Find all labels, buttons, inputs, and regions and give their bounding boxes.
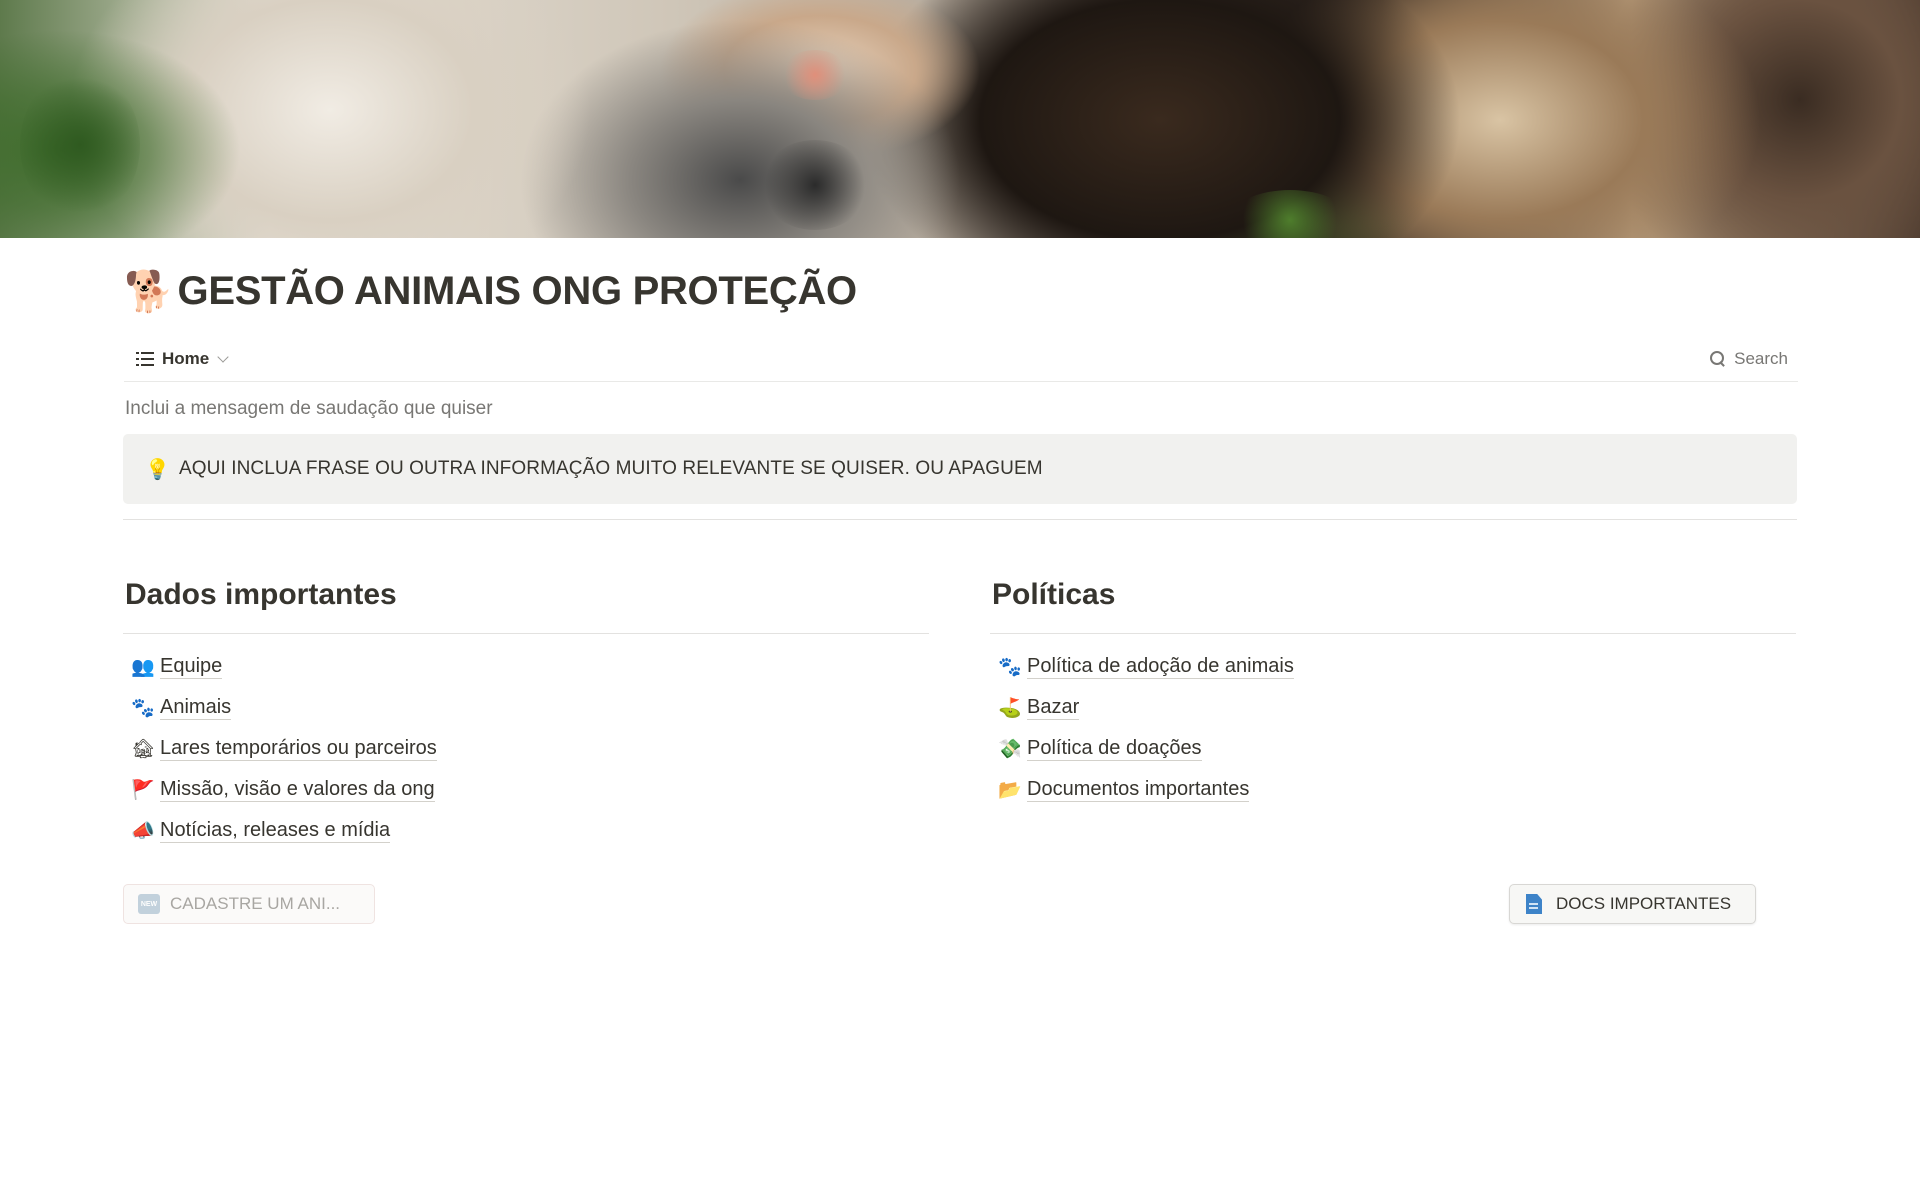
money-wings-icon: 💸 bbox=[998, 738, 1022, 760]
view-tab-label: Home bbox=[162, 349, 210, 368]
page-link-politica-adocao[interactable]: 🐾 Política de adoção de animais bbox=[990, 646, 1796, 687]
page-link-label: Lares temporários ou parceiros bbox=[160, 737, 437, 761]
heading-divider bbox=[990, 633, 1796, 634]
page-link-label: Política de adoção de animais bbox=[1027, 655, 1294, 679]
page-link-label: Missão, visão e valores da ong bbox=[160, 778, 435, 802]
paw-prints-icon: 🐾 bbox=[998, 656, 1022, 678]
page-link-label: Bazar bbox=[1027, 696, 1080, 720]
chevron-down-icon bbox=[217, 351, 229, 363]
lightbulb-icon: 💡 bbox=[145, 457, 170, 481]
page-link-bazar[interactable]: ⛳ Bazar bbox=[990, 687, 1796, 728]
new-badge-icon: NEW bbox=[138, 894, 160, 914]
house-icon: 🏚 bbox=[130, 738, 156, 760]
heading-divider bbox=[123, 633, 929, 634]
page-link-politica-doacoes[interactable]: 💸 Política de doações bbox=[990, 728, 1796, 769]
docs-importantes-button[interactable]: DOCS IMPORTANTES bbox=[1509, 884, 1756, 924]
callout: 💡 AQUI INCLUA FRASE OU OUTRA INFORMAÇÃO … bbox=[123, 434, 1797, 504]
page-link-noticias[interactable]: 📣 Notícias, releases e mídia bbox=[123, 810, 929, 851]
column-politicas: Políticas 🐾 Política de adoção de animai… bbox=[990, 578, 1796, 810]
red-flag-icon: 🚩 bbox=[131, 779, 155, 801]
view-tab-home[interactable]: Home bbox=[136, 344, 229, 374]
page-link-label: Notícias, releases e mídia bbox=[160, 819, 391, 843]
search-label: Search bbox=[1734, 349, 1788, 368]
page-link-missao[interactable]: 🚩 Missão, visão e valores da ong bbox=[123, 769, 929, 810]
page-link-animais[interactable]: 🐾 Animais bbox=[123, 687, 929, 728]
column-dados-importantes: Dados importantes 👥 Equipe 🐾 Animais 🏚 L… bbox=[123, 578, 929, 851]
paw-prints-icon: 🐾 bbox=[131, 697, 155, 719]
people-icon: 👥 bbox=[131, 656, 155, 678]
cadastre-button-label: CADASTRE UM ANI... bbox=[170, 894, 341, 913]
megaphone-icon: 📣 bbox=[131, 820, 155, 842]
greeting-text: Inclui a mensagem de saudação que quiser bbox=[125, 398, 493, 419]
search-button[interactable]: Search bbox=[1710, 344, 1788, 374]
page-link-documentos[interactable]: 📂 Documentos importantes bbox=[990, 769, 1796, 810]
section-heading-dados: Dados importantes bbox=[125, 578, 397, 611]
cadastre-animal-button[interactable]: NEW CADASTRE UM ANI... bbox=[123, 884, 375, 924]
document-icon bbox=[1526, 894, 1542, 914]
list-icon bbox=[136, 352, 154, 366]
folder-icon: 📂 bbox=[998, 779, 1022, 801]
golf-flag-icon: ⛳ bbox=[998, 697, 1022, 719]
politicas-links: 🐾 Política de adoção de animais ⛳ Bazar … bbox=[990, 646, 1796, 810]
cover-image bbox=[0, 0, 1920, 238]
page-link-label: Animais bbox=[160, 696, 232, 720]
search-icon bbox=[1710, 351, 1726, 367]
dados-links: 👥 Equipe 🐾 Animais 🏚 Lares temporários o… bbox=[123, 646, 929, 851]
dog-icon: 🐕 bbox=[124, 269, 174, 315]
view-bar: Home Search bbox=[124, 340, 1798, 382]
page-title: 🐕 GESTÃO ANIMAIS ONG PROTEÇÃO bbox=[124, 268, 857, 315]
page-link-label: Documentos importantes bbox=[1027, 778, 1250, 802]
callout-text[interactable]: AQUI INCLUA FRASE OU OUTRA INFORMAÇÃO MU… bbox=[179, 458, 1043, 480]
divider bbox=[123, 519, 1797, 520]
section-heading-politicas: Políticas bbox=[992, 578, 1116, 611]
page-link-equipe[interactable]: 👥 Equipe bbox=[123, 646, 929, 687]
page-link-label: Equipe bbox=[160, 655, 223, 679]
docs-button-label: DOCS IMPORTANTES bbox=[1556, 894, 1732, 913]
page-title-text: GESTÃO ANIMAIS ONG PROTEÇÃO bbox=[177, 269, 858, 313]
page-link-label: Política de doações bbox=[1027, 737, 1202, 761]
page-link-lares[interactable]: 🏚 Lares temporários ou parceiros bbox=[123, 728, 929, 769]
